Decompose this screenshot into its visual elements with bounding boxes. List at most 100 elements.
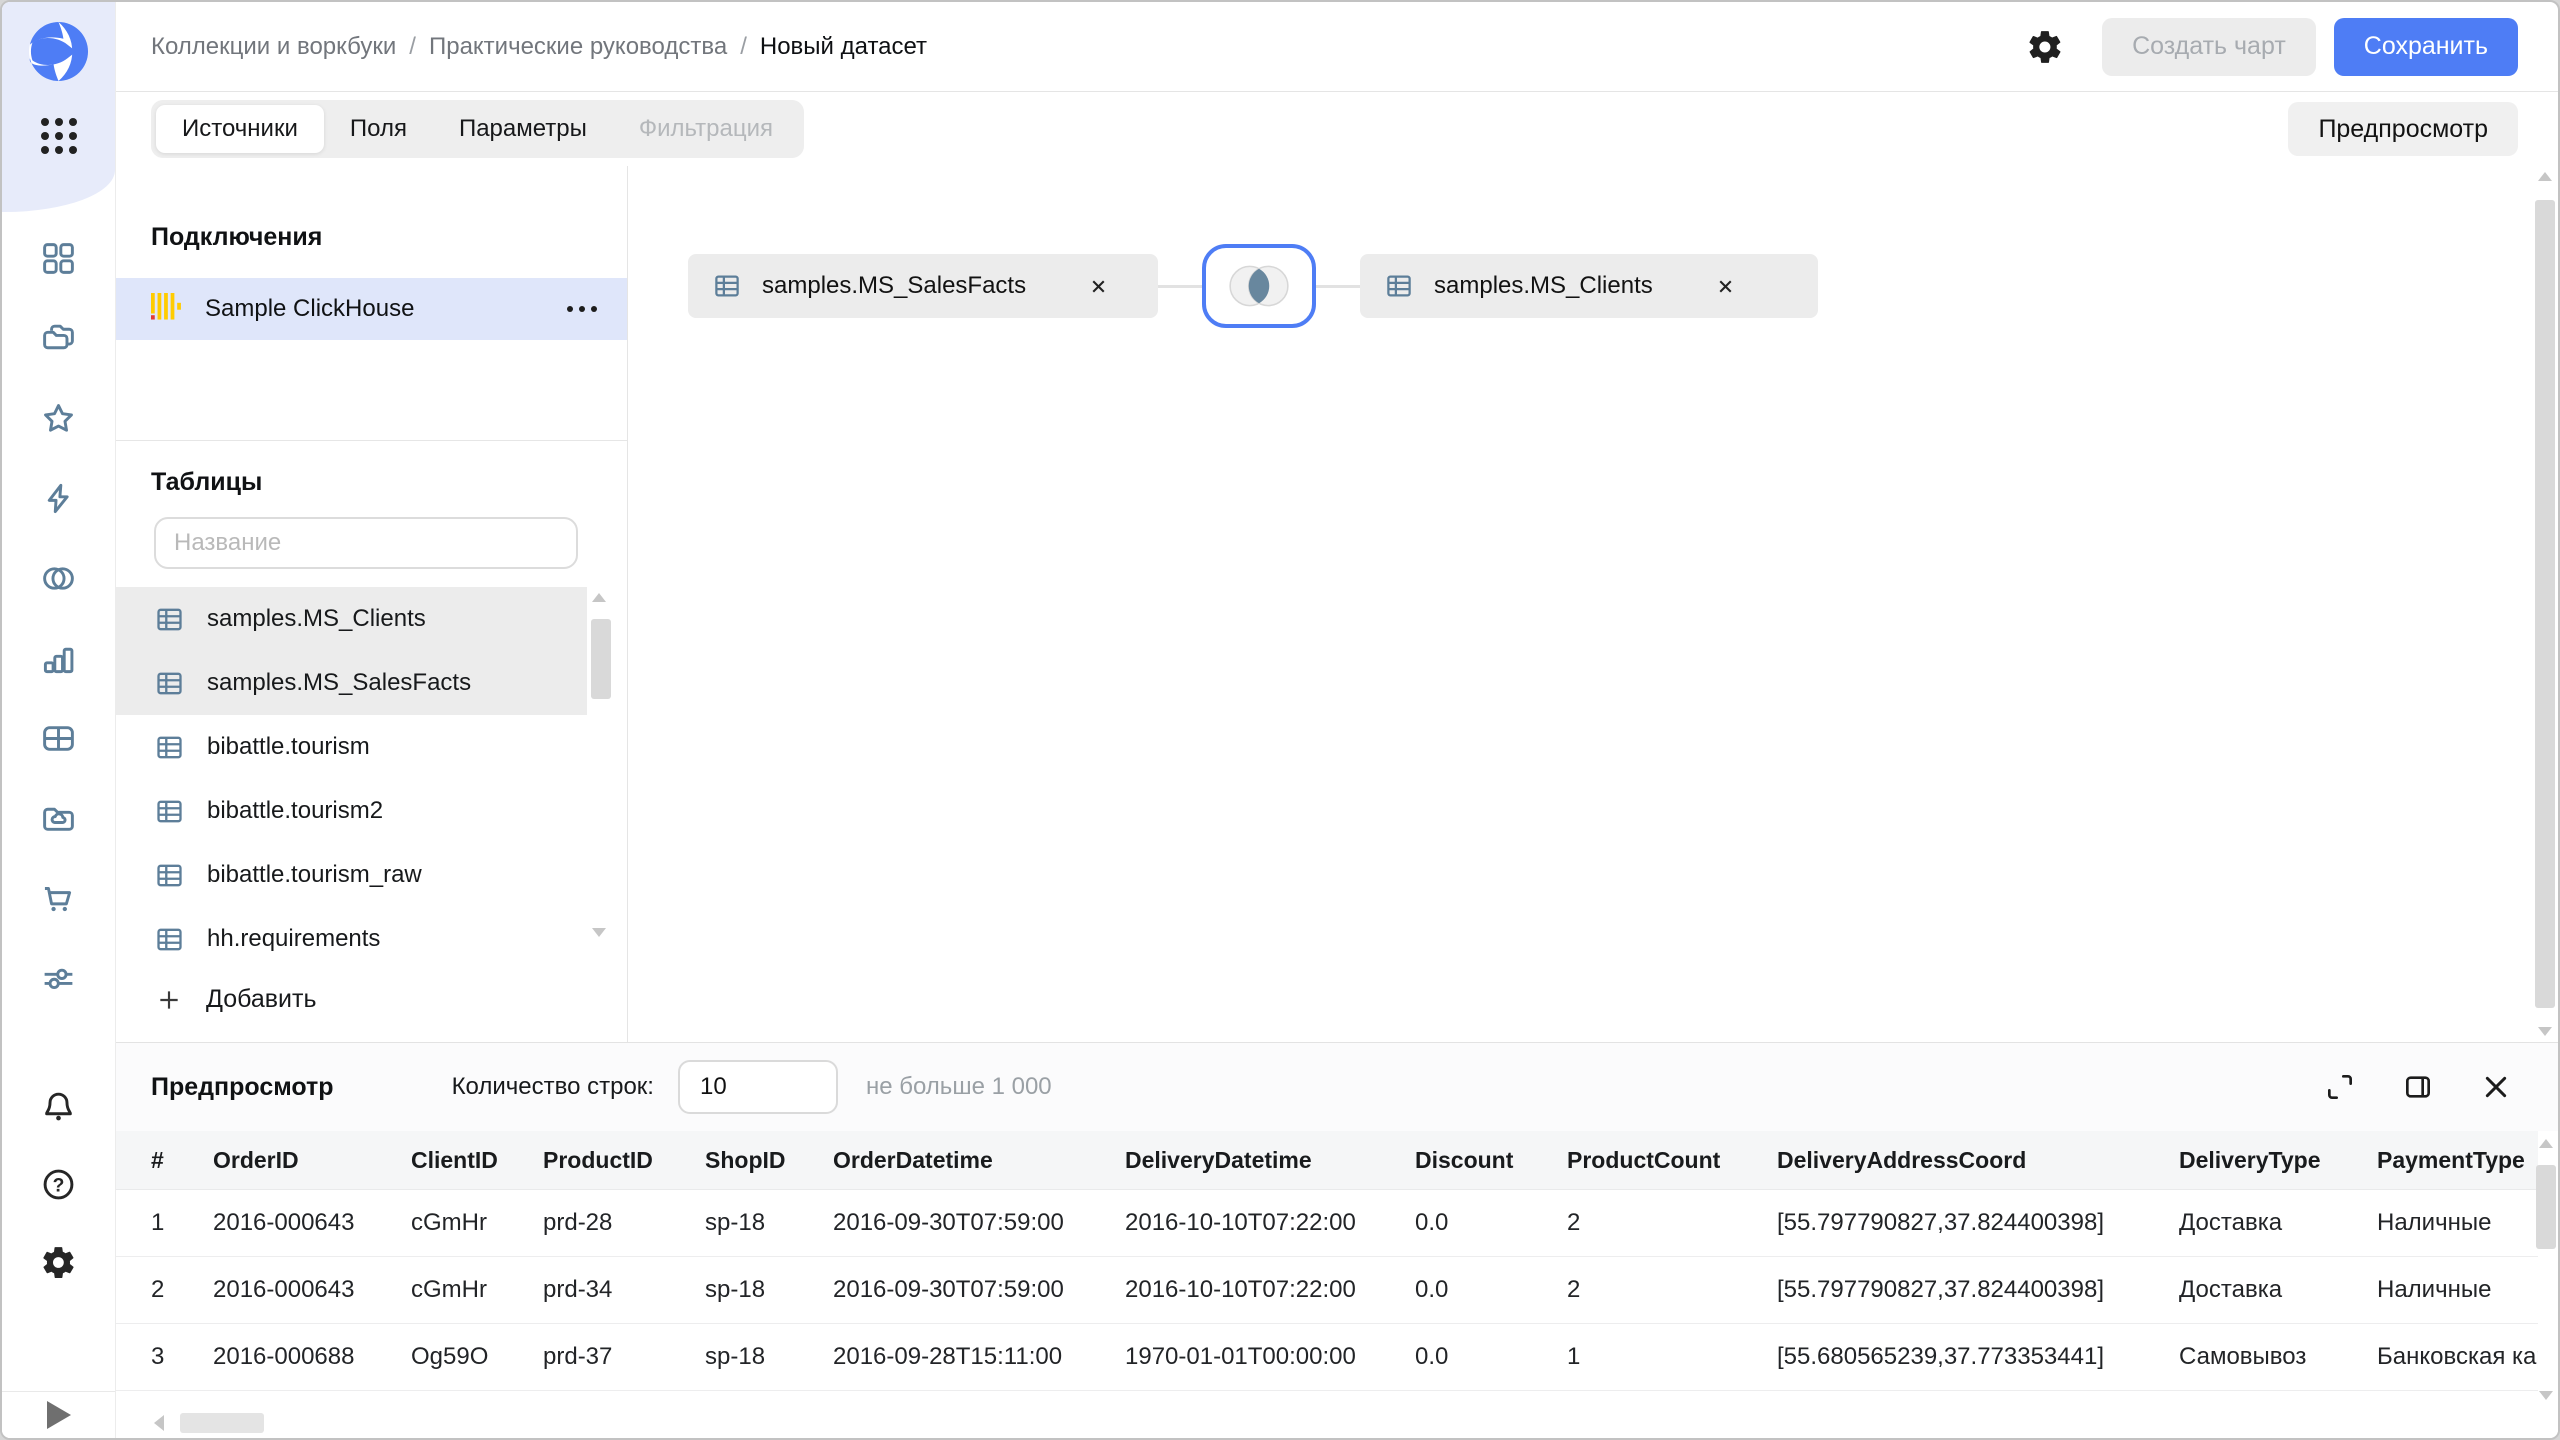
source-chip-salesfacts[interactable]: samples.MS_SalesFacts (688, 254, 1158, 318)
connections-title: Подключения (151, 223, 323, 251)
sources-content: Подключения Sample ClickHouse Таблицы На… (116, 166, 2558, 1042)
sidebar-expand-button[interactable] (2, 1391, 115, 1438)
table-list-item[interactable]: bibattle.tourism2 (116, 779, 587, 843)
preview-table-cell: 2016-09-28T15:11:00 (833, 1343, 1063, 1370)
join-connector-line (1158, 284, 1202, 288)
play-icon (46, 1401, 71, 1429)
connection-menu-button[interactable] (567, 296, 597, 322)
preview-table-cell: Og59O (411, 1343, 489, 1370)
apps-grid-icon[interactable] (2, 118, 115, 154)
table-icon (154, 604, 185, 635)
scroll-down-icon[interactable] (592, 928, 606, 937)
preview-panel: Предпросмотр Количество строк: не больше… (116, 1042, 2558, 1438)
table-list-item[interactable]: bibattle.tourism (116, 715, 587, 779)
create-chart-button[interactable]: Создать чарт (2102, 17, 2316, 76)
add-table-label: Добавить (206, 985, 317, 1013)
preview-table: # OrderID ClientID ProductID ShopID OrderDate… (116, 1131, 2538, 1408)
preview-table-header-cell: PaymentType (2377, 1146, 2525, 1173)
preview-table-cell: Наличные (2377, 1276, 2492, 1303)
datalens-logo[interactable] (27, 20, 90, 83)
dataset-table-icon[interactable] (40, 720, 77, 757)
table-search-input[interactable] (154, 517, 578, 569)
close-icon[interactable] (1715, 276, 1736, 297)
scrollbar-thumb[interactable] (2535, 200, 2555, 1008)
connection-item[interactable]: Sample ClickHouse (116, 278, 627, 340)
folder-cloud-icon[interactable] (40, 800, 77, 837)
join-connector-line (1316, 284, 1360, 288)
tab: Фильтрация (638, 115, 774, 142)
scroll-down-icon[interactable] (2539, 1391, 2553, 1400)
table-list-item[interactable]: bibattle.tourism_raw (116, 843, 587, 907)
marketplace-cart-icon[interactable] (40, 880, 77, 917)
tab[interactable]: Параметры (433, 105, 613, 153)
preview-table-cell: 2016-10-10T07:22:00 (1125, 1209, 1356, 1236)
sidebar-nav (2, 240, 115, 997)
table-list-item-label: samples.MS_Clients (207, 605, 426, 632)
source-chip-clients[interactable]: samples.MS_Clients (1360, 254, 1818, 318)
table-list-item-label: bibattle.tourism_raw (207, 861, 422, 888)
preview-table-cell: Наличные (2377, 1209, 2492, 1236)
services-sliders-icon[interactable] (40, 960, 77, 997)
bell-icon[interactable] (40, 1088, 77, 1125)
left-panel: Подключения Sample ClickHouse Таблицы На… (116, 166, 628, 1042)
tab-bar: Источники Поля Параметры Фильтрация (151, 100, 805, 158)
table-list-item[interactable]: samples.MS_SalesFacts (116, 651, 587, 715)
preview-table-cell: 1 (151, 1209, 165, 1236)
table-icon (712, 271, 742, 301)
top-header: Коллекции и воркбуки / Практические руково… (116, 2, 2558, 92)
star-icon[interactable] (40, 400, 77, 437)
settings-gear-icon[interactable] (40, 1244, 77, 1281)
gear-icon[interactable] (2026, 28, 2064, 66)
clickhouse-logo-icon (151, 293, 181, 325)
save-button[interactable]: Сохранить (2333, 17, 2518, 76)
preview-table-header-cell: DeliveryAddressCoord (1777, 1146, 2027, 1173)
sidebar: ? (2, 2, 116, 1438)
preview-table-header-cell: Discount (1415, 1146, 1514, 1173)
scroll-left-icon[interactable] (154, 1415, 164, 1431)
table-icon (154, 732, 185, 763)
join-node[interactable] (1202, 244, 1316, 328)
scroll-down-icon[interactable] (2538, 1027, 2552, 1036)
bar-chart-icon[interactable] (40, 640, 77, 677)
preview-table-cell: [55.680565239,37.773353441] (1777, 1343, 2104, 1370)
scrollbar-thumb[interactable] (180, 1413, 264, 1433)
dashboard-grid-icon[interactable] (40, 240, 77, 277)
expand-icon[interactable] (2324, 1071, 2356, 1103)
table-list-item[interactable]: samples.MS_Clients (116, 587, 587, 651)
split-view-icon[interactable] (2402, 1071, 2434, 1103)
preview-table-header-cell: DeliveryType (2179, 1146, 2321, 1173)
source-chip-label: samples.MS_SalesFacts (762, 272, 1027, 299)
tables-title: Таблицы (151, 468, 263, 496)
add-table-button[interactable]: Добавить (116, 985, 627, 1014)
help-icon[interactable]: ? (40, 1166, 77, 1203)
preview-toggle-button[interactable]: Предпросмотр (2288, 102, 2518, 156)
scroll-up-icon[interactable] (2539, 1139, 2553, 1148)
close-icon[interactable] (2480, 1071, 2512, 1103)
preview-table-cell: 2016-09-30T07:59:00 (833, 1209, 1064, 1236)
tab[interactable]: Источники (156, 105, 324, 153)
scrollbar-thumb[interactable] (591, 619, 611, 699)
preview-table-body: 1 2016-000643 cGmHr prd-28 sp-18 2016-09-30T0… (116, 1190, 2538, 1391)
row-count-hint: не больше 1 000 (865, 1073, 1052, 1100)
preview-table-cell: 1 (1567, 1343, 1581, 1370)
scrollbar-thumb[interactable] (2536, 1165, 2556, 1249)
row-count-input[interactable] (677, 1060, 838, 1114)
preview-table-header-cell: ProductCount (1567, 1146, 1721, 1173)
preview-table-cell: [55.797790827,37.824400398] (1777, 1209, 2104, 1236)
preview-table-cell: 0.0 (1415, 1276, 1449, 1303)
table-list-item-label: bibattle.tourism2 (207, 797, 384, 824)
breadcrumb-separator: / (740, 32, 747, 60)
breadcrumb-item[interactable]: Практические руководства (429, 33, 727, 61)
tab[interactable]: Поля (324, 105, 433, 153)
preview-table-cell: Банковская карта (2377, 1343, 2538, 1370)
scroll-up-icon[interactable] (2538, 172, 2552, 181)
breadcrumb-separator: / (409, 32, 416, 60)
breadcrumb-item: Новый датасет (759, 32, 928, 60)
scroll-up-icon[interactable] (592, 593, 606, 602)
venn-circles-icon[interactable] (40, 560, 77, 597)
table-list-item[interactable]: hh.requirements (116, 907, 587, 971)
breadcrumb-item[interactable]: Коллекции и воркбуки (151, 33, 396, 61)
lightning-icon[interactable] (40, 480, 77, 517)
collections-icon[interactable] (40, 320, 77, 357)
close-icon[interactable] (1088, 276, 1109, 297)
